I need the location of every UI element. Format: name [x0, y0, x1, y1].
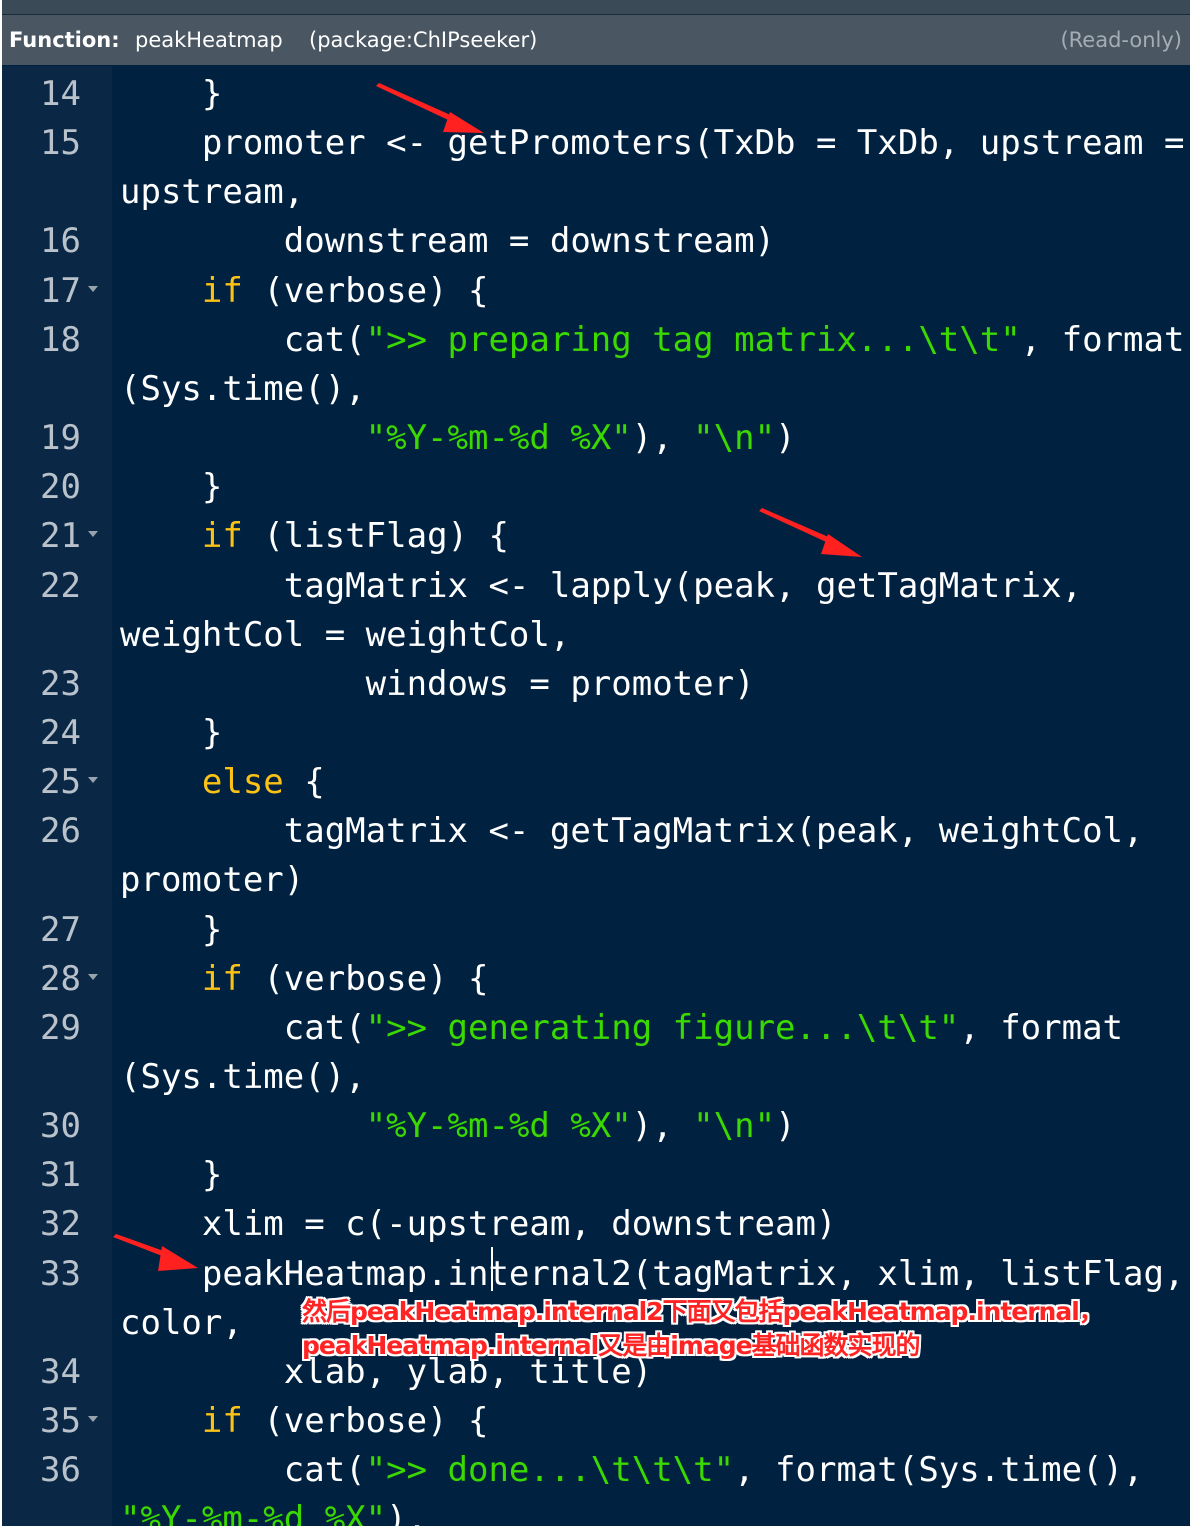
function-viewer-window: Function: peakHeatmap (package:ChIPseeke… — [2, 0, 1190, 1526]
annotation-line-2: peakHeatmap.internal又是由image基础函数实现的 — [302, 1331, 921, 1360]
arrow-get-tag-matrix-icon — [759, 508, 862, 557]
annotation-note: 然后peakHeatmap.internal2下面又包括peakHeatmap.… — [302, 1295, 1104, 1363]
arrow-peak-heatmap-internal2-icon — [113, 1234, 198, 1271]
arrow-get-promoters-icon — [376, 83, 484, 133]
annotation-line-1: 然后peakHeatmap.internal2下面又包括peakHeatmap.… — [302, 1297, 1104, 1326]
